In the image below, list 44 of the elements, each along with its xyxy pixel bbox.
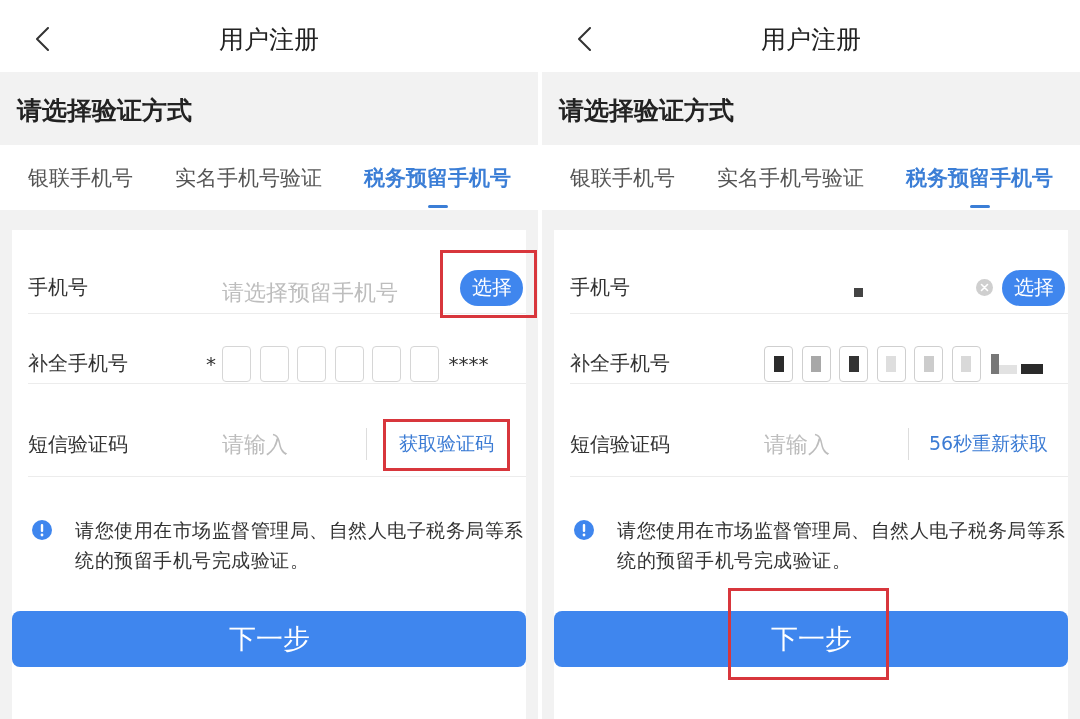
redacted-digit	[848, 355, 859, 372]
digit-box[interactable]	[839, 345, 868, 382]
select-button[interactable]: 选择	[460, 269, 523, 306]
redacted-digit	[886, 355, 896, 372]
tab-underline	[427, 205, 448, 208]
sms-code-link[interactable]: 获取验证码	[399, 431, 494, 457]
page-title: 用户注册	[219, 23, 319, 56]
info-icon	[32, 520, 52, 540]
section-title: 请选择验证方式	[559, 95, 734, 127]
sms-code-link[interactable]: 56秒重新获取	[928, 431, 1049, 457]
redacted-digit	[923, 355, 934, 372]
back-icon[interactable]	[578, 27, 591, 51]
field-label: 补全手机号	[570, 350, 670, 377]
clear-icon[interactable]	[976, 279, 993, 296]
notice-text: 请您使用在市场监督管理局、自然人电子税务局等系统的预留手机号完成验证。	[617, 518, 1067, 573]
masked-digits: ****	[448, 351, 489, 376]
field-label: 短信验证码	[28, 430, 128, 458]
section-title: 请选择验证方式	[17, 95, 192, 127]
redacted-digit	[811, 355, 821, 372]
back-icon[interactable]	[36, 27, 49, 51]
tab[interactable]: 税务预留手机号	[906, 145, 1053, 210]
code-field[interactable]: 请输入	[222, 426, 366, 462]
tab[interactable]: 税务预留手机号	[364, 145, 511, 210]
tab-underline	[969, 205, 990, 208]
page-title: 用户注册	[761, 23, 861, 56]
digit-box[interactable]	[764, 345, 793, 382]
notice-text: 请您使用在市场监督管理局、自然人电子税务局等系统的预留手机号完成验证。	[75, 518, 525, 573]
phone-field[interactable]: 请选择预留手机号	[222, 274, 460, 311]
next-button[interactable]: 下一步	[12, 611, 526, 667]
field-label: 手机号	[570, 274, 630, 301]
field-label: 补全手机号	[28, 350, 128, 377]
info-icon	[574, 520, 594, 540]
tab[interactable]: 实名手机号验证	[717, 145, 864, 210]
select-button[interactable]: 选择	[1002, 269, 1065, 306]
masked-prefix: *	[206, 351, 216, 376]
field-label: 短信验证码	[570, 430, 670, 458]
tab[interactable]: 银联手机号	[570, 145, 675, 210]
tab[interactable]: 银联手机号	[28, 145, 133, 210]
code-field[interactable]: 请输入	[764, 426, 908, 462]
next-button[interactable]: 下一步	[554, 611, 1068, 667]
tab[interactable]: 实名手机号验证	[175, 145, 322, 210]
field-label: 手机号	[28, 274, 88, 301]
redacted-digit	[773, 355, 784, 372]
redacted-digit	[961, 355, 971, 372]
